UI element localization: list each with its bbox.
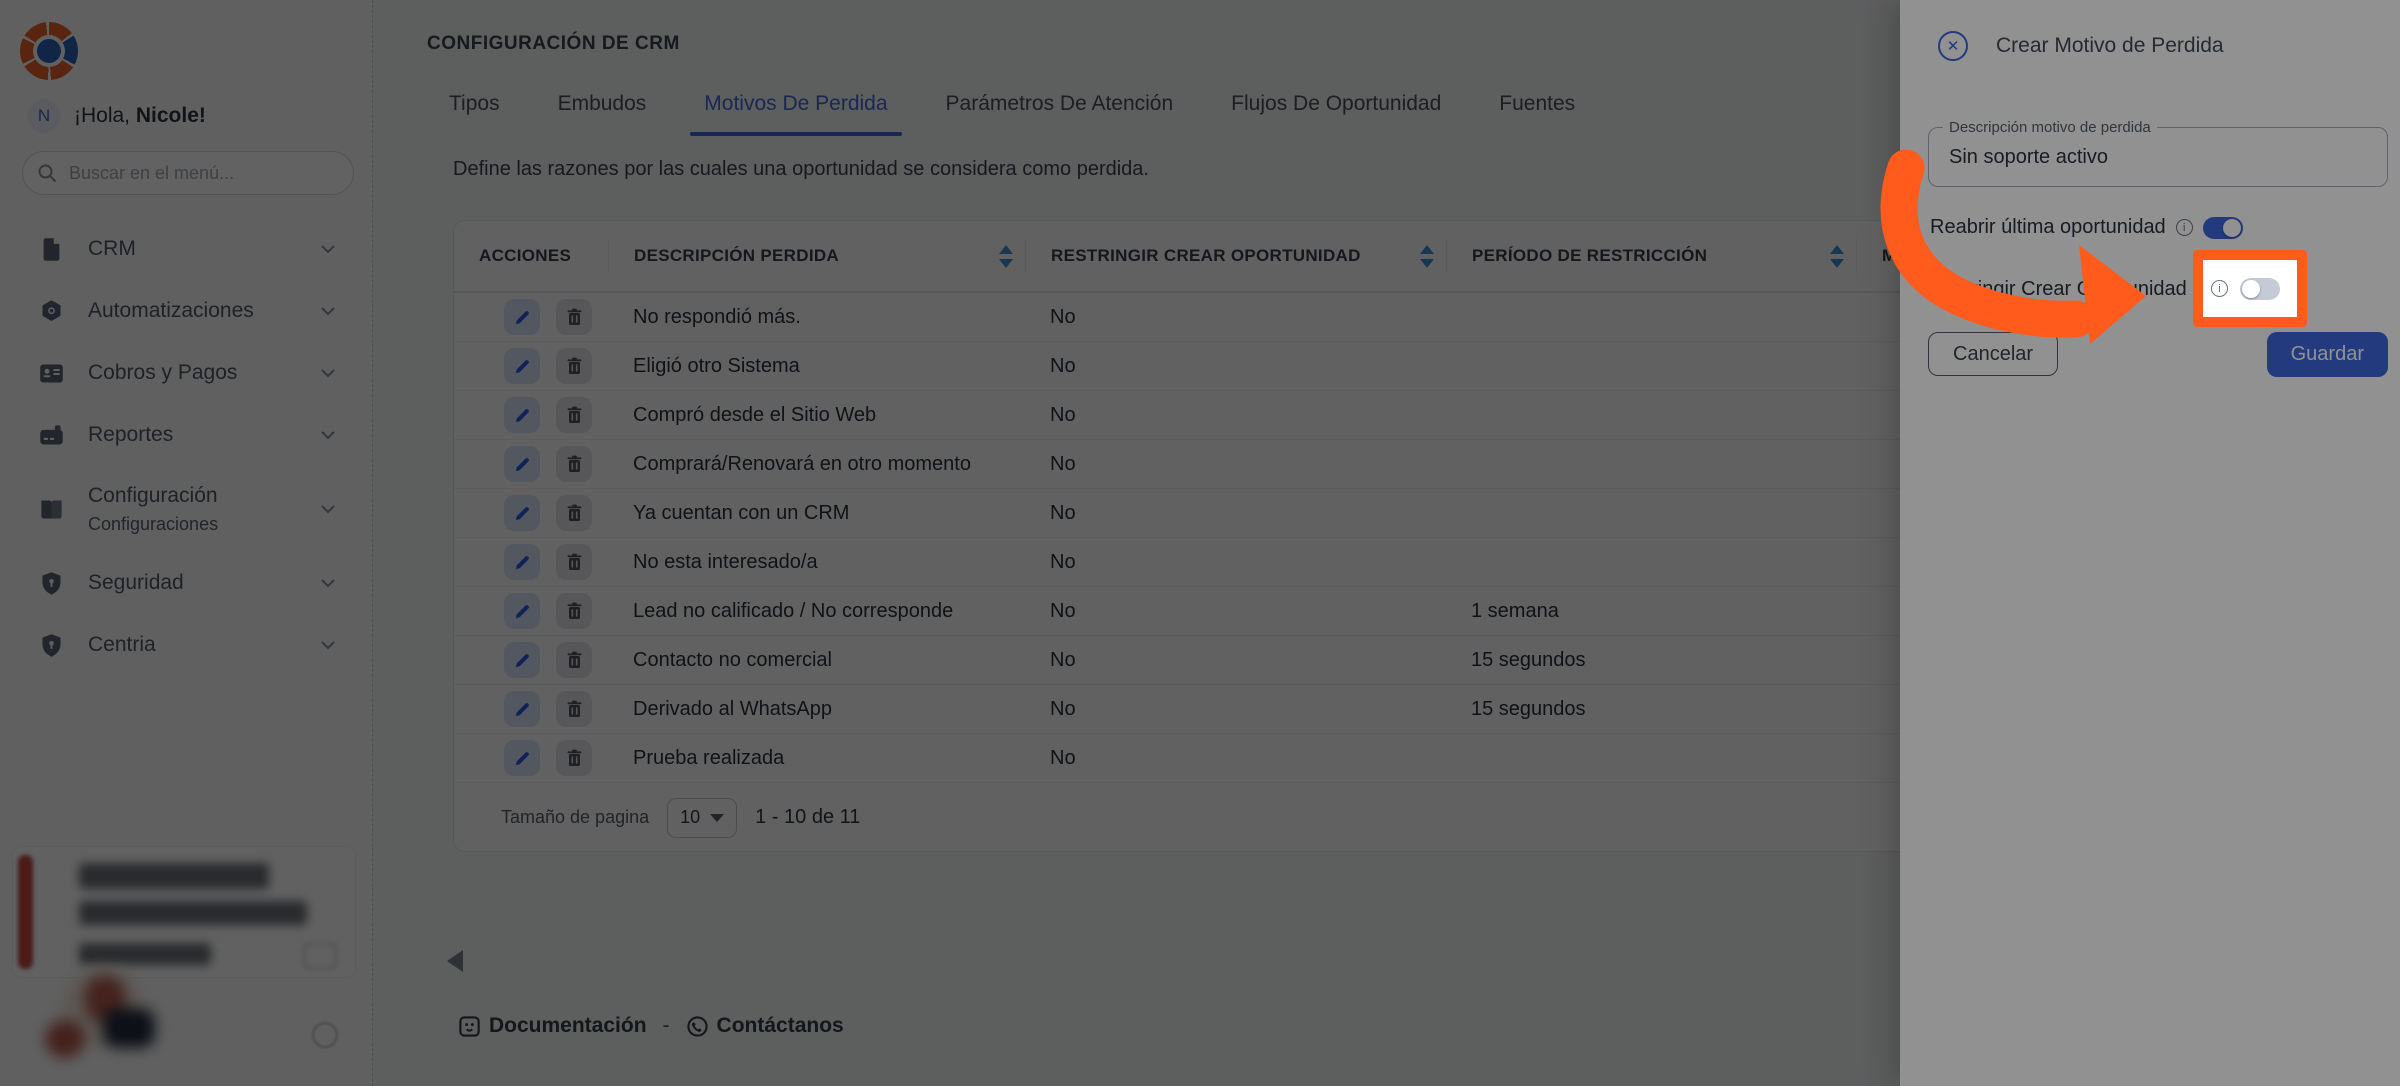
info-icon[interactable]: i: [2211, 280, 2228, 297]
app-root: N ¡Hola, Nicole! CRM Automatizaciones Co…: [0, 0, 2400, 1086]
restringir-toggle-highlight: i: [2193, 250, 2307, 327]
tutorial-dim-overlay: [0, 0, 2400, 1086]
restringir-toggle-highlighted[interactable]: [2240, 278, 2280, 300]
